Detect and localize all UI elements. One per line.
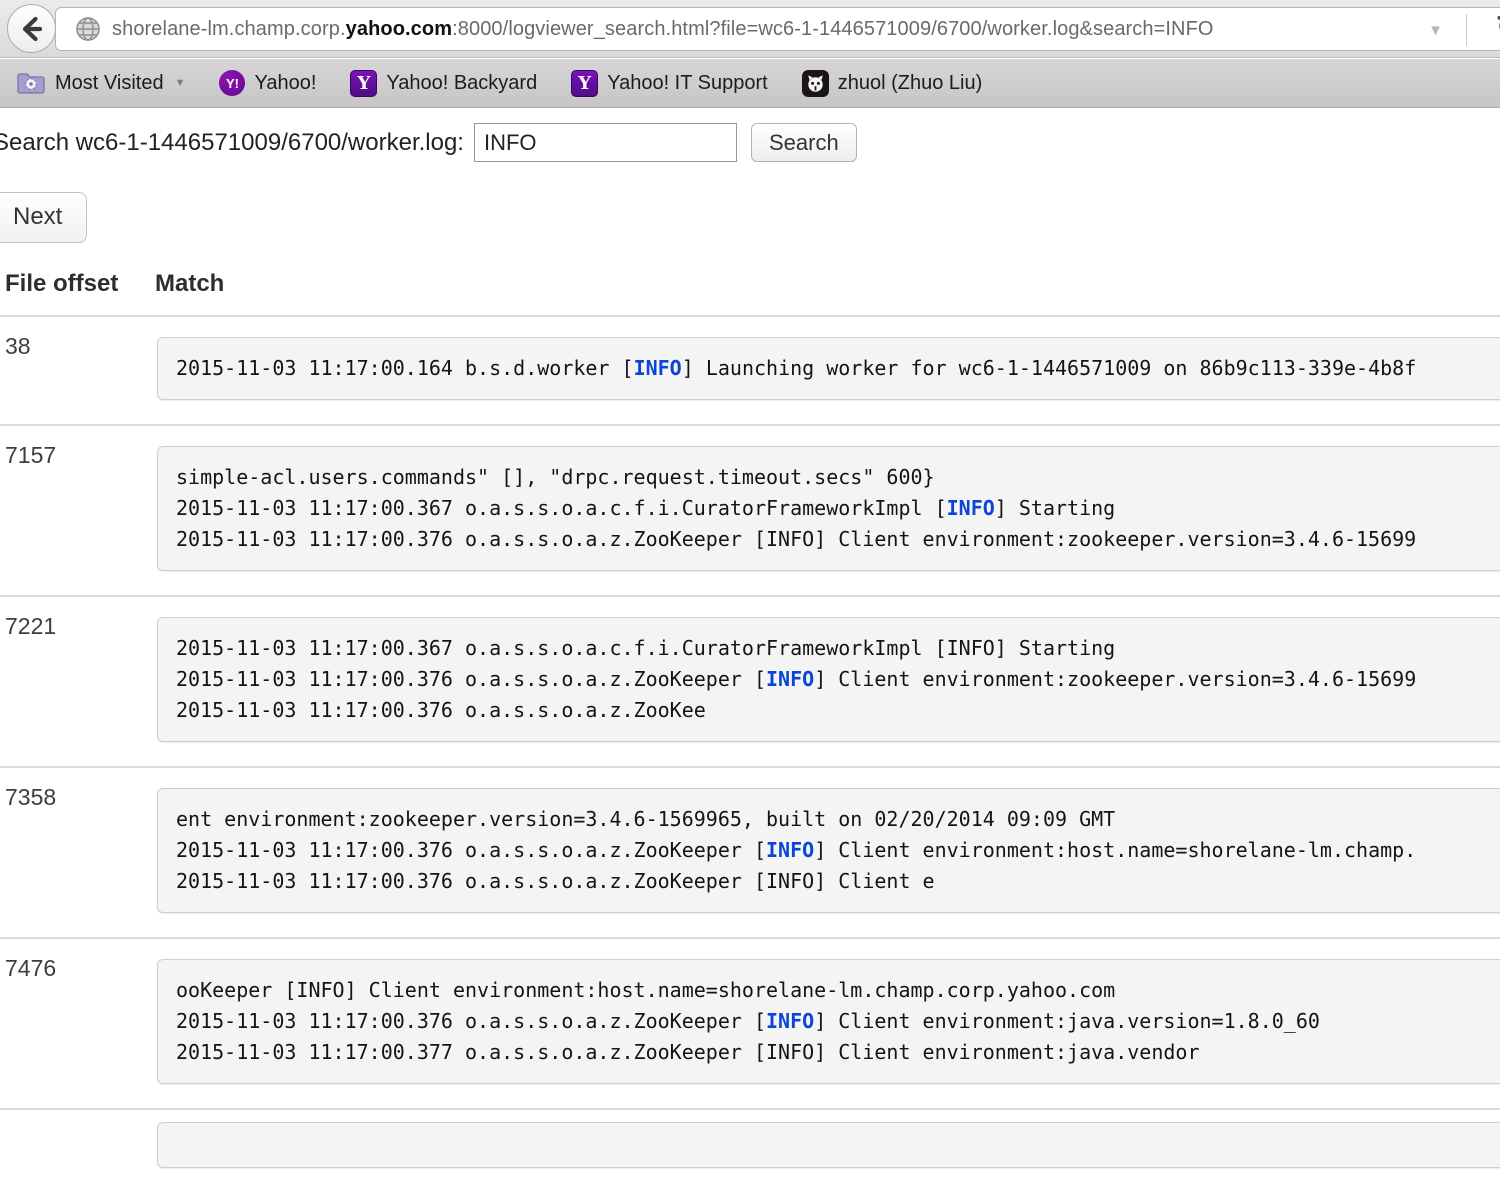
matched-term: INFO [766, 838, 814, 862]
bookmarks-bar: Most Visited ▼ Y! Yahoo! Y Yahoo! Backya… [0, 59, 1500, 108]
log-excerpt: ent environment:zookeeper.version=3.4.6-… [157, 788, 1500, 913]
table-row: 7157 simple-acl.users.commands" [], "drpc… [0, 424, 1500, 595]
yahoo-square-icon: Y [350, 70, 377, 97]
search-form: Search wc6-1-1446571009/6700/worker.log:… [0, 123, 1500, 162]
bookmark-label: zhuol (Zhuo Liu) [838, 72, 983, 95]
file-offset-value [0, 1110, 157, 1192]
browser-toolbar: shorelane-lm.champ.corp.yahoo.com:8000/l… [0, 0, 1500, 58]
table-row: 38 2015-11-03 11:17:00.164 b.s.d.worker [… [0, 315, 1500, 424]
matched-term: INFO [947, 496, 995, 520]
log-line: 2015-11-03 11:17:00.376 o.a.s.s.o.a.z.Zo… [176, 664, 1500, 695]
url-bar[interactable]: shorelane-lm.champ.corp.yahoo.com:8000/l… [55, 7, 1500, 51]
globe-icon [75, 16, 101, 42]
chevron-down-icon[interactable]: ▼ [1428, 22, 1443, 39]
log-excerpt [157, 1122, 1500, 1168]
match-cell: ooKeeper [INFO] Client environment:host.… [157, 939, 1500, 1108]
log-excerpt: 2015-11-03 11:17:00.164 b.s.d.worker [IN… [157, 337, 1500, 400]
match-cell [157, 1110, 1500, 1192]
yahoo-circle-icon: Y! [219, 70, 245, 96]
log-line: 2015-11-03 11:17:00.376 o.a.s.s.o.a.z.Zo… [176, 835, 1500, 866]
bookmark-label: Yahoo! [254, 72, 316, 95]
github-icon [802, 70, 829, 97]
folder-icon [16, 71, 46, 95]
bookmark-label: Most Visited [55, 72, 164, 95]
back-arrow-icon [19, 16, 45, 42]
log-line: 2015-11-03 11:17:00.367 o.a.s.s.o.a.c.f.… [176, 633, 1500, 664]
bookmark-github-zhuol[interactable]: zhuol (Zhuo Liu) [802, 70, 983, 97]
bookmark-label: Yahoo! Backyard [386, 72, 537, 95]
column-header-match: Match [155, 270, 224, 298]
matched-term: INFO [766, 667, 814, 691]
log-line: 2015-11-03 11:17:00.376 o.a.s.s.o.a.z.Zo… [176, 1006, 1500, 1037]
match-cell: ent environment:zookeeper.version=3.4.6-… [157, 768, 1500, 937]
log-excerpt: ooKeeper [INFO] Client environment:host.… [157, 959, 1500, 1084]
bookmark-yahoo-backyard[interactable]: Y Yahoo! Backyard [350, 70, 537, 97]
column-header-file-offset: File offset [0, 270, 155, 298]
reload-icon[interactable]: ↻ [1496, 10, 1500, 45]
logviewer-page: Search wc6-1-1446571009/6700/worker.log:… [0, 109, 1500, 1192]
log-line: 2015-11-03 11:17:00.376 o.a.s.s.o.a.z.Zo… [176, 524, 1500, 555]
log-excerpt: 2015-11-03 11:17:00.367 o.a.s.s.o.a.c.f.… [157, 617, 1500, 742]
file-offset-value: 7358 [0, 768, 157, 937]
file-offset-value: 7476 [0, 939, 157, 1108]
log-line: ent environment:zookeeper.version=3.4.6-… [176, 804, 1500, 835]
file-offset-value: 7157 [0, 426, 157, 595]
results-table: 38 2015-11-03 11:17:00.164 b.s.d.worker [… [0, 315, 1500, 1192]
file-offset-value: 7221 [0, 597, 157, 766]
log-line: 2015-11-03 11:17:00.377 o.a.s.s.o.a.z.Zo… [176, 1037, 1500, 1068]
search-label: Search wc6-1-1446571009/6700/worker.log: [0, 129, 464, 157]
search-input[interactable] [474, 123, 737, 162]
match-cell: 2015-11-03 11:17:00.164 b.s.d.worker [IN… [157, 317, 1500, 424]
log-line: 2015-11-03 11:17:00.367 o.a.s.s.o.a.c.f.… [176, 493, 1500, 524]
back-button[interactable] [7, 4, 56, 53]
url-text: shorelane-lm.champ.corp.yahoo.com:8000/l… [112, 18, 1214, 41]
log-excerpt: simple-acl.users.commands" [], "drpc.req… [157, 446, 1500, 571]
next-button[interactable]: Next [0, 192, 87, 243]
log-line: 2015-11-03 11:17:00.376 o.a.s.s.o.a.z.Zo… [176, 866, 1500, 897]
table-row: 7476 ooKeeper [INFO] Client environment:h… [0, 937, 1500, 1108]
chevron-down-icon: ▼ [175, 77, 186, 89]
url-domain: yahoo.com [346, 18, 452, 40]
bookmark-label: Yahoo! IT Support [607, 72, 767, 95]
bookmark-yahoo[interactable]: Y! Yahoo! [219, 70, 316, 96]
log-line: 2015-11-03 11:17:00.376 o.a.s.s.o.a.z.Zo… [176, 695, 1500, 726]
yahoo-square-icon: Y [571, 70, 598, 97]
bookmark-most-visited[interactable]: Most Visited ▼ [16, 71, 185, 95]
matched-term: INFO [634, 356, 682, 380]
table-row: 7358 ent environment:zookeeper.version=3.… [0, 766, 1500, 937]
match-cell: 2015-11-03 11:17:00.367 o.a.s.s.o.a.c.f.… [157, 597, 1500, 766]
file-offset-value: 38 [0, 317, 157, 424]
table-row [0, 1108, 1500, 1192]
url-bar-divider [1466, 14, 1467, 46]
results-table-header: File offset Match [0, 270, 1500, 315]
log-line: simple-acl.users.commands" [], "drpc.req… [176, 462, 1500, 493]
bookmark-yahoo-it-support[interactable]: Y Yahoo! IT Support [571, 70, 767, 97]
matched-term: INFO [766, 1009, 814, 1033]
log-line: ooKeeper [INFO] Client environment:host.… [176, 975, 1500, 1006]
log-line: 2015-11-03 11:17:00.164 b.s.d.worker [IN… [176, 353, 1500, 384]
match-cell: simple-acl.users.commands" [], "drpc.req… [157, 426, 1500, 595]
table-row: 7221 2015-11-03 11:17:00.367 o.a.s.s.o.a.… [0, 595, 1500, 766]
search-button[interactable]: Search [751, 123, 857, 162]
